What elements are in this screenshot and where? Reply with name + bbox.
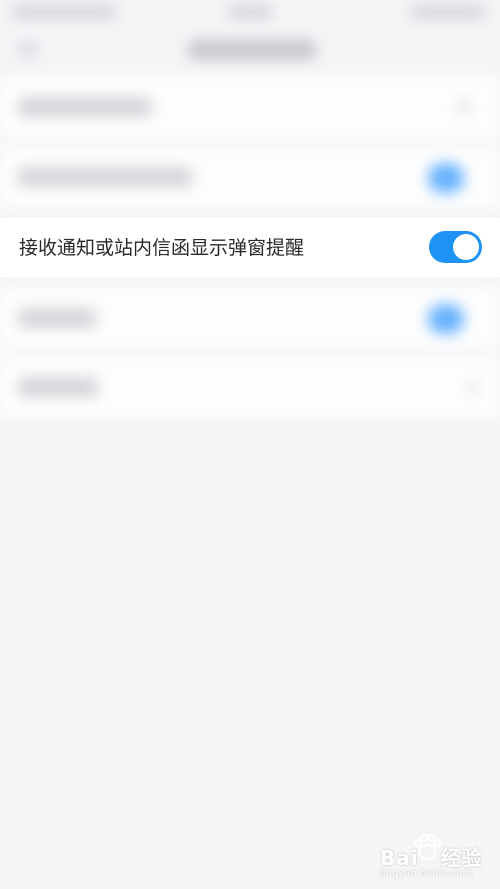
- setting-row-1-label: [18, 97, 152, 117]
- setting-row-5-label: [18, 377, 98, 397]
- toggle-knob: [453, 234, 479, 260]
- setting-row-1[interactable]: [0, 77, 500, 137]
- carrier-signal: [12, 6, 116, 18]
- setting-row-4-label: [18, 308, 96, 328]
- chevron-right-icon: [468, 381, 478, 393]
- page-title: [188, 40, 316, 60]
- setting-row-2-label: [18, 167, 192, 187]
- back-arrow-icon[interactable]: [18, 42, 38, 56]
- setting-row-5[interactable]: [0, 357, 500, 417]
- popup-reminder-label: 接收通知或站内信函显示弹窗提醒: [19, 237, 305, 259]
- setting-row-2-toggle[interactable]: [428, 163, 464, 193]
- popup-reminder-toggle[interactable]: [429, 231, 482, 263]
- watermark-brand: Bai 经验: [380, 846, 483, 870]
- status-time: [228, 6, 272, 18]
- setting-row-2[interactable]: [0, 147, 500, 207]
- watermark-url: jingyan.baidu.com: [380, 868, 473, 879]
- status-bar: [0, 0, 500, 30]
- setting-row-4-toggle[interactable]: [428, 304, 464, 334]
- setting-row-4[interactable]: [0, 288, 500, 348]
- popup-reminder-row[interactable]: 接收通知或站内信函显示弹窗提醒: [0, 218, 500, 277]
- setting-row-1-toggle[interactable]: [456, 99, 472, 115]
- baidu-jingyan-watermark: Bai 经验 jingyan.baidu.com: [380, 832, 492, 884]
- nav-bar: [0, 30, 500, 74]
- battery-indicator: [410, 6, 486, 18]
